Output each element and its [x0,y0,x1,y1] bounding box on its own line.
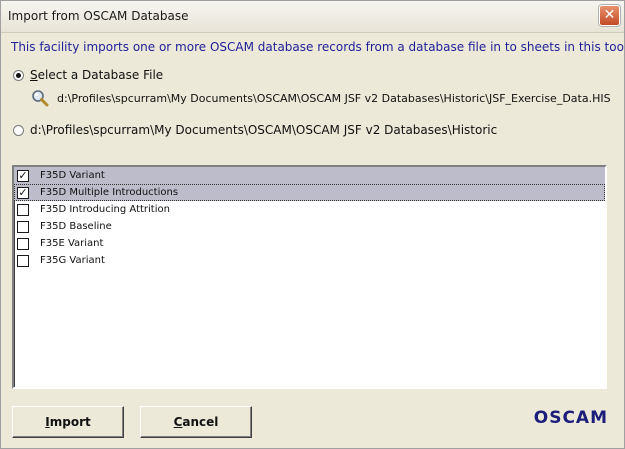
record-label: F35E Variant [40,238,104,249]
select-file-option[interactable]: Select a Database File [13,68,163,82]
select-file-label: Select a Database File [30,68,164,82]
record-checkbox[interactable]: ✓ [17,186,29,199]
record-checkbox[interactable] [17,220,29,233]
window-title: Import from OSCAM Database [8,9,189,23]
cancel-button-label: Cancel [173,415,219,429]
brand-label: OSCAM [533,408,608,428]
record-checkbox[interactable]: ✓ [17,169,29,182]
record-label: F35D Variant [40,170,105,181]
record-checkbox[interactable] [17,237,29,250]
record-item[interactable]: F35E Variant [14,235,605,252]
close-icon: ✕ [603,7,616,23]
record-checkbox[interactable] [17,203,29,216]
import-dialog: Import from OSCAM Database ✕ This facili… [0,0,625,449]
record-item[interactable]: F35D Baseline [14,218,605,235]
record-item[interactable]: F35G Variant [14,252,605,269]
selected-file-path: d:\Profiles\spcurram\My Documents\OSCAM\… [57,91,611,105]
cancel-button[interactable]: Cancel [140,406,252,438]
records-listbox[interactable]: ✓ F35D Variant ✓ F35D Multiple Introduction… [12,165,607,389]
record-item[interactable]: F35D Introducing Attrition [14,201,605,218]
folder-path-option[interactable]: d:\Profiles\spcurram\My Documents\OSCAM\… [13,123,497,137]
import-button[interactable]: Import [12,406,124,438]
selected-file-row: d:\Profiles\spcurram\My Documents\OSCAM\… [31,89,611,107]
description-text: This facility imports one or more OSCAM … [11,40,625,54]
record-checkbox[interactable] [17,254,29,267]
record-label: F35D Multiple Introductions [40,187,179,198]
record-label: F35G Variant [40,255,105,266]
title-bar[interactable]: Import from OSCAM Database ✕ [1,1,624,33]
import-button-label: Import [45,415,91,429]
record-label: F35D Baseline [40,221,112,232]
select-file-radio[interactable] [13,69,24,81]
record-item[interactable]: ✓ F35D Variant [14,167,605,184]
magnifier-icon[interactable] [31,89,49,107]
close-button[interactable]: ✕ [599,5,620,26]
folder-path-label: d:\Profiles\spcurram\My Documents\OSCAM\… [30,123,498,137]
record-label: F35D Introducing Attrition [40,204,170,215]
folder-path-radio[interactable] [13,124,24,136]
record-item[interactable]: ✓ F35D Multiple Introductions [14,184,605,201]
